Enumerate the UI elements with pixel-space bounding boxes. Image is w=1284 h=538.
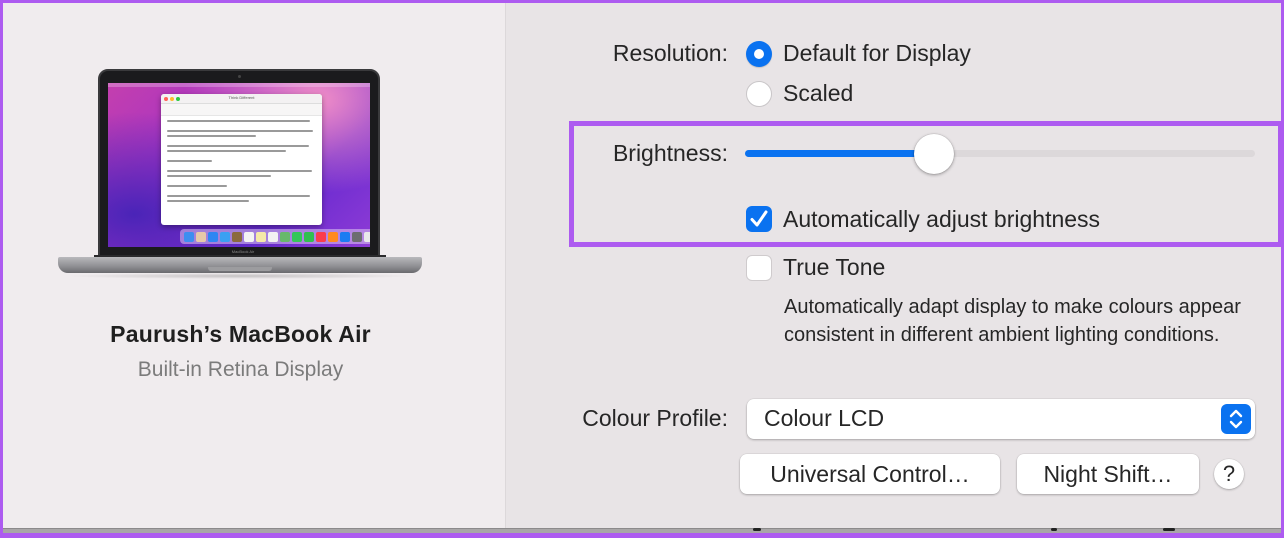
true-tone-description: Automatically adapt display to make colo…: [784, 296, 1241, 346]
mail-app-icon: [220, 231, 230, 242]
screen-dock: [180, 229, 370, 244]
notes-app-icon: [256, 231, 266, 242]
resolution-scaled-radio[interactable]: [746, 81, 772, 107]
contacts-app-icon: [232, 231, 242, 242]
calendar-app-icon: [244, 231, 254, 242]
app-store-icon: [340, 231, 350, 242]
colour-profile-value: Colour LCD: [764, 405, 885, 431]
music-app-icon: [316, 231, 326, 242]
document-text-lines: [161, 116, 322, 209]
camera-icon: [238, 75, 241, 78]
document-titlebar: Think Different: [161, 94, 322, 104]
slider-knob[interactable]: [913, 134, 954, 174]
laptop-lid: Think Different: [98, 69, 380, 259]
system-preferences-app-icon: [352, 231, 362, 242]
partial-text-mark: [753, 528, 761, 531]
auto-brightness-checkbox[interactable]: [746, 206, 772, 232]
window-bottom-edge: [3, 528, 1281, 533]
help-icon[interactable]: ?: [1214, 459, 1244, 489]
pages-app-icon: [364, 231, 370, 242]
colour-profile-select[interactable]: Colour LCD: [747, 399, 1255, 439]
help-button[interactable]: ?: [1214, 454, 1244, 494]
facetime-app-icon: [304, 231, 314, 242]
laptop-screen-wallpaper: Think Different: [108, 83, 370, 247]
universal-control-button[interactable]: Universal Control…: [740, 454, 1000, 494]
screen-menubar: [108, 83, 370, 87]
true-tone-checkbox[interactable]: [746, 255, 772, 281]
slider-fill: [745, 150, 934, 157]
partial-text-mark: [1163, 528, 1175, 531]
maps-app-icon: [280, 231, 290, 242]
launchpad-app-icon: [196, 231, 206, 242]
brightness-slider[interactable]: [745, 134, 1255, 174]
up-down-chevron-icon[interactable]: [1221, 404, 1251, 434]
screen-document-window: Think Different: [161, 94, 322, 225]
resolution-default-label[interactable]: Default for Display: [783, 40, 971, 67]
device-name: Paurush’s MacBook Air: [110, 321, 371, 347]
laptop-shadow: [63, 273, 417, 279]
laptop-opening-notch: [208, 267, 272, 271]
true-tone-label[interactable]: True Tone: [783, 254, 885, 281]
finder-app-icon: [184, 231, 194, 242]
macbook-air-image: Think Different MacBook Air: [58, 69, 428, 289]
night-shift-button[interactable]: Night Shift…: [1017, 454, 1199, 494]
auto-brightness-label[interactable]: Automatically adjust brightness: [783, 206, 1100, 233]
resolution-scaled-label[interactable]: Scaled: [783, 80, 853, 107]
document-title: Think Different: [228, 95, 255, 100]
messages-app-icon: [292, 231, 302, 242]
displays-preferences-window: Think Different MacBook Air Paurush’s Ma…: [3, 3, 1281, 533]
device-subtitle: Built-in Retina Display: [137, 358, 344, 381]
partial-text-mark: [1051, 528, 1057, 531]
resolution-label: Resolution:: [612, 40, 728, 66]
colour-profile-label: Colour Profile:: [582, 405, 728, 431]
document-toolbar: [161, 104, 322, 116]
books-app-icon: [328, 231, 338, 242]
reminders-app-icon: [268, 231, 278, 242]
brightness-label: Brightness:: [612, 140, 728, 166]
device-panel: Think Different MacBook Air Paurush’s Ma…: [3, 3, 506, 530]
laptop-bezel-label: MacBook Air: [231, 249, 255, 254]
checkmark-icon: [750, 210, 768, 227]
safari-app-icon: [208, 231, 218, 242]
resolution-default-radio[interactable]: [746, 41, 772, 67]
